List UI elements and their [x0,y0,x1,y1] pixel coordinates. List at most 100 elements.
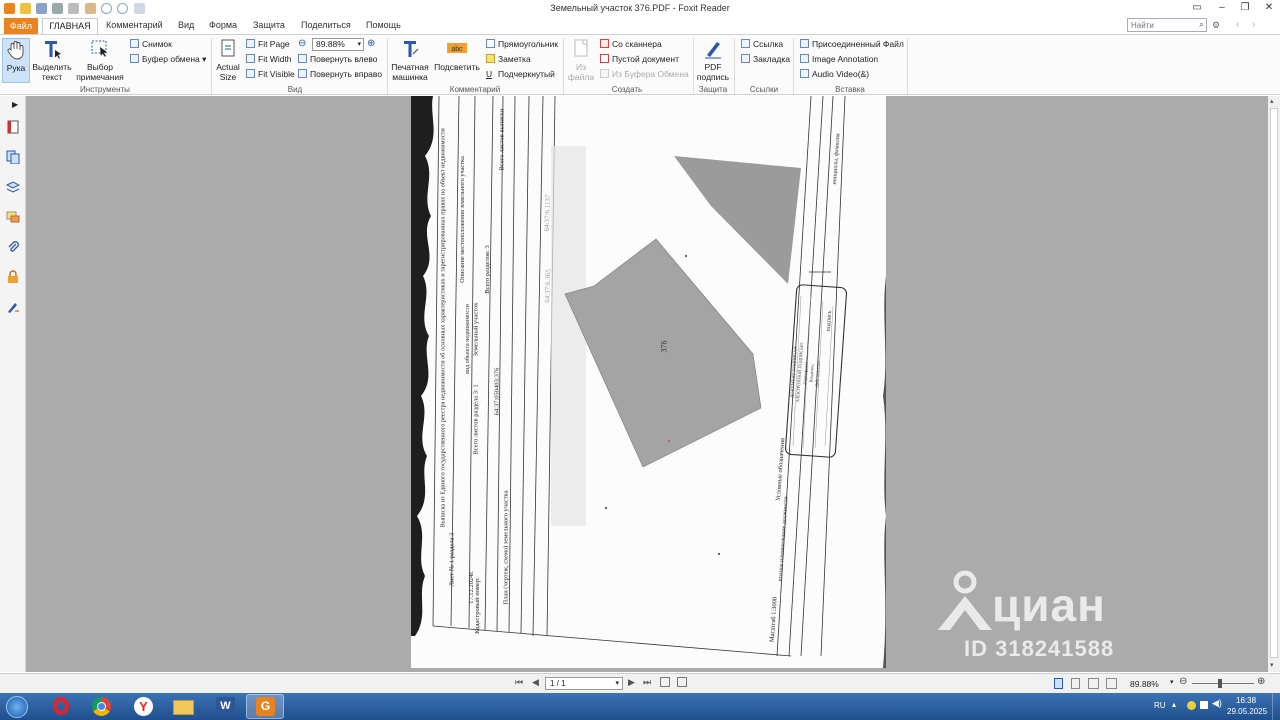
zoom-slider[interactable] [1192,683,1254,684]
fit-width-button[interactable]: Fit Width [246,54,292,64]
document-view[interactable]: 376 64:37:6.365 64:37:6.1137 64:37:05040… [26,96,1268,672]
scroll-down-icon[interactable]: ▾ [1270,661,1274,669]
close-button[interactable]: ✕ [1262,2,1276,14]
tab-view[interactable]: Вид [178,20,194,30]
language-indicator[interactable]: RU [1154,701,1166,710]
select-annotation-button[interactable]: Выбор примечания [74,38,126,82]
tab-protect[interactable]: Защита [253,20,285,30]
zoom-percent[interactable]: 89.88% [1130,679,1159,689]
fit-visible-button[interactable]: Fit Visible [246,69,295,79]
attachments-icon[interactable] [6,240,20,254]
settings-icon[interactable]: ⚙ [1212,20,1220,31]
forward-icon[interactable]: › [1252,19,1255,30]
volume-tray-icon[interactable]: ◀) [1212,698,1222,709]
flag-tray-icon[interactable] [1200,701,1208,709]
zoom-in-icon[interactable]: ⊕ [367,38,375,49]
from-file-button[interactable]: Из файла [566,38,596,82]
chrome-app[interactable] [82,694,120,719]
continuous-view-icon[interactable] [1071,678,1080,689]
clock-date[interactable]: 29.05.2025 [1227,707,1267,716]
ribbon-toggle-icon[interactable]: ▭ [1190,2,1204,14]
zoom-select[interactable]: 89.88% ▾ [312,38,364,51]
last-page-icon[interactable]: ⏭ [643,677,651,688]
rotate-left-button[interactable]: Повернуть влево [298,54,378,64]
back-icon[interactable]: ‹ [1236,19,1239,30]
from-clipboard-button[interactable]: Из Буфера Обмена [600,69,689,79]
prev-page-icon[interactable]: ◀ [532,677,539,688]
facing-view-icon[interactable] [1088,678,1099,689]
audio-video-label: Audio Video(&) [812,69,870,79]
layers-icon[interactable] [6,180,20,194]
zoom-in-icon[interactable]: ⊕ [1257,676,1265,687]
network-tray-icon[interactable] [1187,701,1196,710]
vertical-scrollbar[interactable]: ▴ ▾ [1268,96,1280,672]
opera-icon [53,697,69,715]
lock-icon[interactable] [6,270,20,284]
attach-file-button[interactable]: Присоединенный Файл [800,39,904,49]
word-app[interactable]: W [206,694,244,719]
next-view-icon[interactable] [677,677,687,687]
scroll-up-icon[interactable]: ▴ [1270,97,1274,105]
bookmarks-icon[interactable] [6,120,20,134]
tab-help[interactable]: Помощь [366,20,401,30]
fit-page-button[interactable]: Fit Page [246,39,290,49]
clipboard-button[interactable]: Буфер обмена ▾ [130,54,206,65]
tab-home[interactable]: ГЛАВНАЯ [42,18,98,35]
search-box[interactable]: ⌕ [1127,18,1207,32]
tab-form[interactable]: Форма [209,20,237,30]
pdf-sign-button[interactable]: PDF подпись [696,38,730,82]
scroll-thumb[interactable] [1270,108,1278,658]
typewriter-button[interactable]: Печатная машинка [390,38,430,82]
zoom-slider-thumb[interactable] [1218,679,1222,688]
foxit-app[interactable]: G [246,694,284,719]
rectangle-button[interactable]: Прямоугольник [486,39,558,49]
maximize-button[interactable]: ❐ [1238,2,1252,14]
rotate-right-button[interactable]: Повернуть вправо [298,69,382,79]
continuous-facing-view-icon[interactable] [1106,678,1117,689]
menu-file[interactable]: Файл [4,18,38,34]
hand-tool-button[interactable]: Рука [2,38,30,83]
expand-panel-icon[interactable]: ▶ [12,100,18,109]
note-button[interactable]: Заметка [486,54,531,64]
clock-time[interactable]: 16:38 [1236,696,1256,705]
yandex-app[interactable]: Y [124,694,162,719]
pdf-page[interactable]: 376 64:37:6.365 64:37:6.1137 64:37:05040… [411,96,886,668]
audio-video-button[interactable]: Audio Video(&) [800,69,869,79]
image-annotation-button[interactable]: Image Annotation [800,54,878,64]
bookmark-button[interactable]: Закладка [741,54,790,64]
zoom-out-icon[interactable]: ⊖ [1179,676,1187,687]
actual-size-button[interactable]: Actual Size [214,38,242,82]
start-button[interactable] [6,696,28,718]
tab-comment[interactable]: Комментарий [106,20,163,30]
select-text-button[interactable]: Выделить текст [32,38,72,82]
from-scanner-button[interactable]: Со сканнера [600,39,662,49]
underline-button[interactable]: U Подчеркнутый [486,69,555,79]
search-icon[interactable]: ⌕ [1199,19,1204,30]
zoom-menu-icon[interactable]: ▾ [1170,678,1174,686]
page-number-input[interactable]: 1 / 1 ▾ [545,677,623,690]
pages-icon[interactable] [6,150,20,164]
minimize-button[interactable]: – [1215,2,1229,14]
zoom-out-icon[interactable]: ⊖ [298,38,306,49]
group-label-tools: Инструменты [80,85,130,94]
signature-panel-icon[interactable] [6,300,20,314]
show-desktop-button[interactable] [1272,693,1280,720]
rotate-left-icon [298,54,307,63]
total-sections-text: Всего разделов: 3 [483,245,491,294]
scan-edge-shadow [411,96,434,636]
comments-icon[interactable] [6,210,20,224]
link-button[interactable]: Ссылка [741,39,783,49]
explorer-app[interactable] [164,694,202,719]
search-input[interactable] [1128,19,1192,31]
pen-sign-icon [705,42,721,59]
highlight-button[interactable]: abc Подсветить [433,38,481,72]
snapshot-button[interactable]: Снимок [130,39,172,49]
previous-view-icon[interactable] [660,677,670,687]
next-page-icon[interactable]: ▶ [628,677,635,688]
opera-app[interactable] [42,694,80,719]
blank-document-button[interactable]: Пустой документ [600,54,679,64]
first-page-icon[interactable]: ⏮ [515,677,523,688]
single-page-view-icon[interactable] [1054,678,1063,689]
tray-expand-icon[interactable]: ▴ [1172,700,1176,709]
tab-share[interactable]: Поделиться [301,20,351,30]
